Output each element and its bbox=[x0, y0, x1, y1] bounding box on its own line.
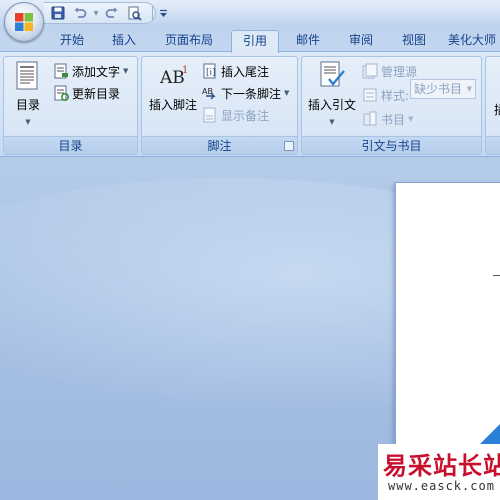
undo-icon[interactable] bbox=[70, 3, 90, 23]
undo-dropdown-icon[interactable]: ▼ bbox=[92, 3, 100, 23]
insert-citation-button[interactable]: 插入引文 ▼ bbox=[305, 61, 359, 127]
tab-mailings[interactable]: 邮件 bbox=[288, 30, 328, 52]
update-toc-icon bbox=[54, 85, 69, 101]
group-footnotes-label: 脚注 bbox=[142, 136, 297, 154]
manage-sources-label: 管理源 bbox=[381, 64, 418, 79]
show-notes-button[interactable]: 显示备注 bbox=[202, 105, 269, 125]
svg-text:AB: AB bbox=[202, 87, 213, 96]
show-notes-label: 显示备注 bbox=[221, 108, 270, 123]
print-preview-icon[interactable] bbox=[124, 3, 144, 23]
style-label-row: 样式: bbox=[362, 85, 409, 105]
group-footnotes: AB 1 插入脚注 [i] 插入尾注 AB 下一条脚注 ▼ 显示备注 脚注 bbox=[141, 56, 298, 155]
insert-citation-label: 插入引文 bbox=[307, 98, 356, 112]
add-text-icon bbox=[54, 63, 68, 79]
add-text-button[interactable]: 添加文字 ▼ bbox=[53, 61, 128, 81]
bibliography-label: 书目 bbox=[381, 112, 406, 127]
tab-insert[interactable]: 插入 bbox=[104, 30, 144, 52]
style-label: 样式: bbox=[381, 88, 410, 103]
manage-sources-button[interactable]: 管理源 bbox=[362, 61, 417, 81]
update-toc-label: 更新目录 bbox=[72, 86, 121, 101]
group-captions-partial-label bbox=[486, 136, 500, 154]
insert-footnote-label: 插入脚注 bbox=[148, 98, 197, 112]
tab-references[interactable]: 引用 bbox=[231, 30, 279, 53]
style-icon bbox=[363, 88, 377, 102]
qat-separator bbox=[152, 6, 153, 20]
ribbon-tabs: 开始 插入 页面布局 引用 邮件 审阅 视图 美化大师 bbox=[0, 27, 500, 53]
watermark-url: www.easck.com bbox=[388, 479, 495, 493]
insert-endnote-button[interactable]: [i] 插入尾注 bbox=[202, 61, 269, 81]
insert-endnote-label: 插入尾注 bbox=[221, 64, 270, 79]
group-citations: 插入引文 ▼ 管理源 样式: 书目 ▼ 引文与书目 bbox=[301, 56, 482, 155]
text-cursor-mark bbox=[493, 275, 500, 276]
add-text-label: 添加文字 bbox=[72, 64, 121, 79]
chevron-down-icon: ▼ bbox=[25, 118, 31, 126]
redo-icon[interactable] bbox=[102, 3, 122, 23]
chevron-down-icon: ▼ bbox=[466, 85, 472, 93]
svg-text:AB: AB bbox=[159, 68, 185, 88]
toc-button[interactable]: 目录 ▼ bbox=[8, 61, 48, 127]
quick-access-toolbar: ▼ bbox=[48, 3, 169, 23]
svg-text:1: 1 bbox=[182, 65, 188, 76]
tab-home[interactable]: 开始 bbox=[50, 30, 94, 52]
style-dropdown[interactable]: 缺少书目 ▼ bbox=[410, 79, 476, 99]
tab-page-layout[interactable]: 页面布局 bbox=[156, 30, 222, 52]
office-button[interactable] bbox=[4, 2, 44, 42]
corner-decoration bbox=[480, 424, 500, 444]
footnote-dialog-launcher-icon[interactable] bbox=[284, 141, 294, 151]
group-toc-label: 目录 bbox=[4, 136, 137, 154]
captions-partial-button[interactable]: 插 bbox=[490, 99, 500, 118]
bibliography-button[interactable]: 书目 ▼ bbox=[362, 109, 413, 129]
customize-arrow-icon[interactable] bbox=[157, 3, 169, 23]
tab-view[interactable]: 视图 bbox=[394, 30, 434, 52]
chevron-down-icon: ▼ bbox=[329, 118, 335, 126]
manage-sources-icon bbox=[362, 63, 378, 79]
bibliography-icon bbox=[363, 111, 377, 126]
insert-endnote-icon: [i] bbox=[203, 63, 216, 79]
watermark: 易采站长站 www.easck.com bbox=[378, 444, 500, 500]
save-icon[interactable] bbox=[48, 3, 68, 23]
chevron-down-icon: ▼ bbox=[123, 67, 129, 75]
group-captions-partial: 插 bbox=[485, 56, 500, 155]
group-citations-label: 引文与书目 bbox=[302, 136, 481, 154]
next-footnote-label: 下一条脚注 bbox=[221, 86, 282, 101]
chevron-down-icon: ▼ bbox=[284, 89, 290, 97]
toc-button-label: 目录 bbox=[15, 98, 40, 112]
tab-beautify[interactable]: 美化大师 bbox=[448, 30, 500, 52]
next-footnote-icon: AB bbox=[202, 87, 216, 100]
style-dropdown-value: 缺少书目 bbox=[414, 82, 463, 96]
next-footnote-button[interactable]: AB 下一条脚注 ▼ bbox=[202, 83, 289, 103]
toc-icon bbox=[16, 61, 38, 90]
insert-footnote-button[interactable]: AB 1 插入脚注 bbox=[146, 61, 200, 113]
title-bar: ▼ bbox=[0, 0, 500, 27]
watermark-text: 易采站长站 bbox=[383, 451, 500, 480]
show-notes-icon bbox=[203, 107, 216, 123]
group-toc: 目录 ▼ 添加文字 ▼ 更新目录 目录 bbox=[3, 56, 138, 155]
captions-partial-label: 插 bbox=[493, 103, 500, 117]
ribbon: 目录 ▼ 添加文字 ▼ 更新目录 目录 AB 1 插入脚注 [i] 插入尾注 A… bbox=[0, 51, 500, 157]
chevron-down-icon: ▼ bbox=[408, 115, 414, 123]
office-logo-icon bbox=[15, 13, 33, 31]
svg-text:[i]: [i] bbox=[206, 68, 216, 78]
tab-review[interactable]: 审阅 bbox=[341, 30, 381, 52]
footnote-ab-icon: AB 1 bbox=[159, 65, 188, 88]
update-toc-button[interactable]: 更新目录 bbox=[53, 83, 120, 103]
insert-citation-icon bbox=[320, 61, 345, 87]
